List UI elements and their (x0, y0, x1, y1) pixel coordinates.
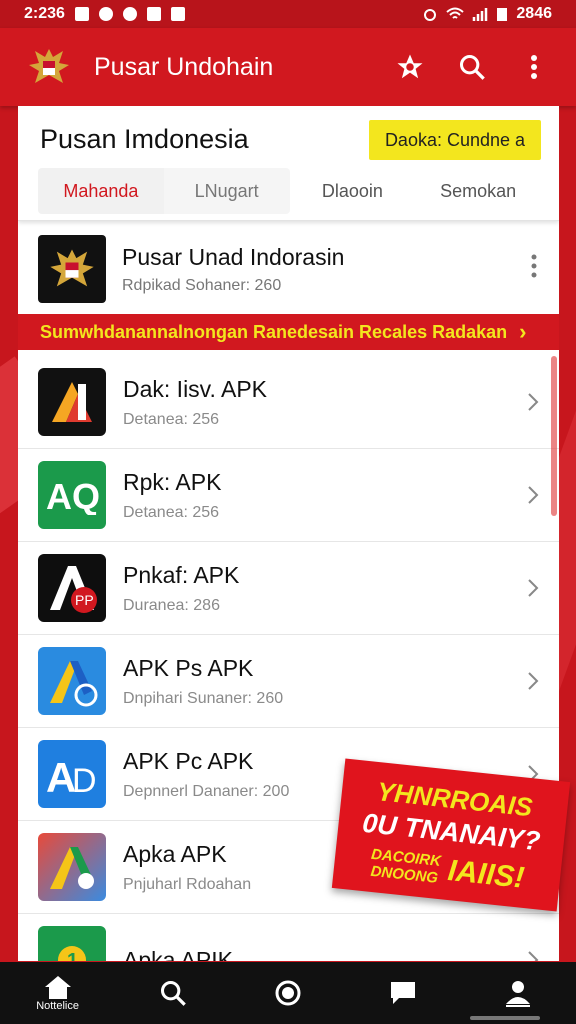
chevron-right-icon (527, 671, 539, 696)
home-icon (44, 976, 71, 999)
list-item[interactable]: AQ Rpk: APK Detanea: 256 (18, 449, 559, 542)
app-subtitle: Duranea: 286 (123, 596, 220, 614)
scrollbar[interactable] (551, 356, 557, 516)
featured-title: Pusar Unad Indorasin (122, 243, 345, 270)
app-icon: 1 (38, 926, 106, 961)
featured-item[interactable]: Pusar Unad Indorasin Rdpikad Sohaner: 26… (18, 224, 559, 314)
list-item[interactable]: APK Ps APK Dnpihari Sunaner: 260 (18, 635, 559, 728)
app-icon: AQ (38, 461, 106, 529)
chevron-right-icon (527, 578, 539, 603)
page-title: Pusan Imdonesia (40, 124, 249, 154)
list-item[interactable]: Dak: Iisv. APK Detanea: 256 (18, 356, 559, 449)
nav-messages[interactable] (363, 962, 443, 1024)
chevron-right-icon (527, 392, 539, 417)
app-title: APK Ps APK (123, 654, 254, 681)
app-icon: AD (38, 740, 106, 808)
tab-mahanda[interactable]: Mahanda (38, 168, 164, 214)
app-title: APK Pc APK (123, 747, 254, 774)
app-subtitle: Dnpihari Sunaner: 260 (123, 689, 284, 707)
list-item[interactable]: PP Pnkaf: APK Duranea: 286 (18, 542, 559, 635)
tab-bar: Mahanda LNugart Dlaooin Semokan (38, 168, 541, 214)
banner-text: Sumwhdanannalnongan Ranedesain Recales R… (40, 321, 508, 342)
profile-icon (506, 981, 531, 1007)
app-icon (38, 368, 106, 436)
home-indicator (470, 1016, 540, 1020)
tab-lnugart[interactable]: LNugart (163, 168, 290, 214)
wifi-icon (446, 7, 465, 19)
list-item[interactable]: 1 Apka APIK (18, 914, 559, 961)
app-title: Rpk: APK (123, 468, 222, 495)
status-bar: 2:236 2846 (0, 0, 576, 28)
promo-sticker[interactable]: YHNRROAIS 0U TNANAIY? DACOIRK DNOONG IAI… (331, 758, 571, 912)
nav-profile[interactable] (478, 962, 558, 1024)
tab-semokan[interactable]: Semokan (415, 168, 541, 214)
chat-icon (391, 982, 416, 1004)
app-title: Pnkaf: APK (123, 561, 240, 588)
svg-text:D: D (72, 762, 97, 796)
app-title: Pusar Undohain (94, 52, 274, 81)
notification-icon (74, 7, 89, 21)
notification-icon (170, 7, 185, 21)
svg-text:1: 1 (67, 950, 78, 961)
app-icon (38, 647, 106, 715)
app-subtitle: Detanea: 256 (123, 503, 220, 521)
notification-icon (122, 7, 137, 21)
search-icon[interactable] (454, 49, 490, 85)
bottom-nav: Nottelice (0, 962, 576, 1024)
status-time: 2:236 (24, 5, 65, 22)
sticker-line: IAIIS! (446, 853, 526, 895)
app-icon (38, 833, 106, 901)
nav-home[interactable]: Nottelice (18, 962, 98, 1024)
notification-icon (98, 7, 113, 21)
battery-text: 2846 (516, 5, 552, 22)
signal-icon (473, 8, 488, 21)
more-vert-icon[interactable] (516, 49, 552, 85)
app-bar: Pusar Undohain (0, 28, 576, 106)
chevron-right-icon (527, 485, 539, 510)
nav-search[interactable] (133, 962, 213, 1024)
notification-icon (146, 7, 161, 21)
chevron-right-icon: › (519, 319, 527, 344)
battery-icon (497, 8, 508, 21)
emblem-icon (38, 235, 106, 303)
svg-text:PP: PP (75, 592, 94, 608)
nav-center[interactable] (248, 962, 328, 1024)
more-vert-icon[interactable] (531, 254, 537, 283)
promo-banner[interactable]: Sumwhdanannalnongan Ranedesain Recales R… (18, 314, 559, 350)
star-icon[interactable] (392, 49, 428, 85)
svg-text:AQ: AQ (46, 476, 100, 515)
featured-subtitle: Rdpikad Sohaner: 260 (122, 276, 282, 294)
alarm-icon (424, 9, 437, 21)
emblem-icon (24, 42, 74, 92)
circle-icon (275, 980, 301, 1006)
app-icon: PP (38, 554, 106, 622)
nav-label: Nottelice (36, 1000, 79, 1012)
search-icon (160, 980, 186, 1006)
promo-button[interactable]: Daoka: Cundne a (369, 120, 541, 160)
app-subtitle: Pnjuharl Rdoahan (123, 875, 252, 893)
tab-dlaooin[interactable]: Dlaooin (290, 168, 416, 214)
app-title: Dak: Iisv. APK (123, 375, 268, 402)
chevron-right-icon (527, 950, 539, 961)
header-card: Pusan Imdonesia Daoka: Cundne a Mahanda … (18, 106, 559, 221)
app-subtitle: Detanea: 256 (123, 410, 220, 428)
app-title: Apka APIK (123, 946, 233, 962)
app-title: Apka APK (123, 840, 227, 867)
app-subtitle: Depnnerl Dananer: 200 (123, 782, 290, 800)
